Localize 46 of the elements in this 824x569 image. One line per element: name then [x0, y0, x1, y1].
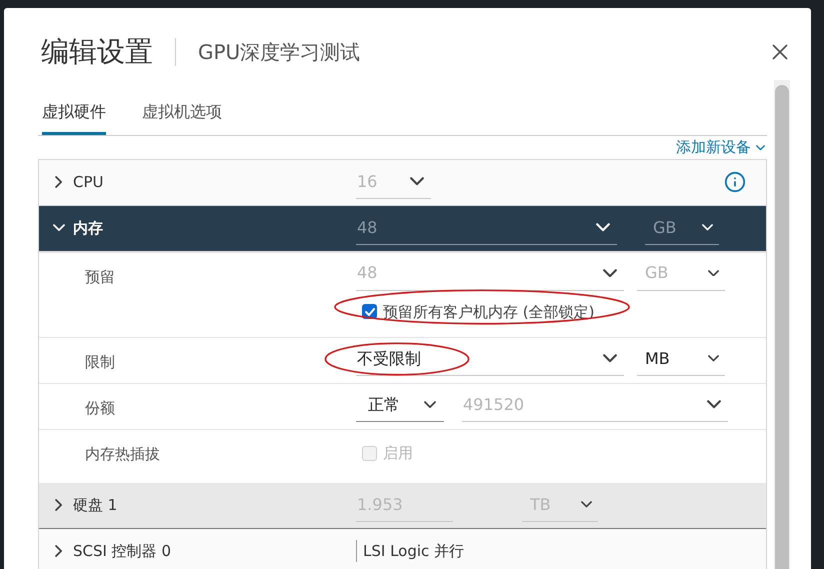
- unit-value: MB: [645, 348, 670, 370]
- info-icon[interactable]: [724, 171, 746, 193]
- field-value: 正常: [368, 394, 400, 416]
- checkbox-label: 启用: [383, 443, 413, 464]
- device-row[interactable]: SCSI 控制器 0 LSI Logic 并行: [39, 528, 766, 569]
- chevron-down-icon: [708, 355, 719, 362]
- add-device-link[interactable]: 添加新设备: [676, 136, 765, 158]
- field-value: 48: [357, 262, 378, 284]
- dialog-subtitle: GPU深度学习测试: [198, 39, 360, 66]
- chevron-right-icon: [55, 545, 63, 557]
- device-name: CPU: [73, 172, 104, 193]
- setting-label: 限制: [85, 353, 115, 371]
- field-value: 48: [357, 216, 378, 238]
- device-name: 硬盘 1: [73, 494, 118, 516]
- device-name: SCSI 控制器 0: [73, 540, 172, 562]
- field-value: 16: [357, 170, 378, 192]
- chevron-down-icon: [707, 400, 721, 409]
- chevron-down-icon: [410, 177, 424, 186]
- chevron-down-icon: [708, 270, 719, 276]
- chevron-down-icon: [603, 268, 617, 278]
- device-name: 内存: [73, 218, 103, 239]
- tab[interactable]: 虚拟机选项: [142, 100, 222, 135]
- tab[interactable]: 虚拟硬件: [42, 100, 106, 135]
- dropdown-field[interactable]: 正常: [356, 388, 444, 422]
- setting-label: 份额: [85, 399, 115, 417]
- chevron-down-icon: [424, 400, 436, 408]
- dialog-title: 编辑设置: [41, 34, 153, 70]
- chevron-right-icon: [55, 176, 63, 188]
- setting-label: 预留: [85, 268, 115, 286]
- unit-value: GB: [653, 216, 676, 238]
- dropdown-field[interactable]: 不受限制: [356, 342, 624, 376]
- chevron-down-icon: [702, 224, 713, 231]
- device-value: LSI Logic 并行: [356, 540, 464, 562]
- unit-dropdown[interactable]: MB: [637, 342, 725, 376]
- chevron-down-icon: [603, 354, 617, 363]
- chevron-down-icon: [756, 144, 765, 150]
- chevron-down-icon: [581, 501, 592, 508]
- field-value: 不受限制: [357, 348, 421, 370]
- unit-value: GB: [645, 262, 668, 284]
- checkmark-icon: [364, 308, 374, 316]
- chevron-right-icon: [55, 499, 63, 511]
- chevron-down-icon: [596, 223, 610, 232]
- setting-label: 内存热插拔: [85, 445, 160, 463]
- checkbox[interactable]: [362, 304, 377, 320]
- chevron-down-icon: [53, 224, 65, 232]
- field-value: 491520: [463, 394, 524, 416]
